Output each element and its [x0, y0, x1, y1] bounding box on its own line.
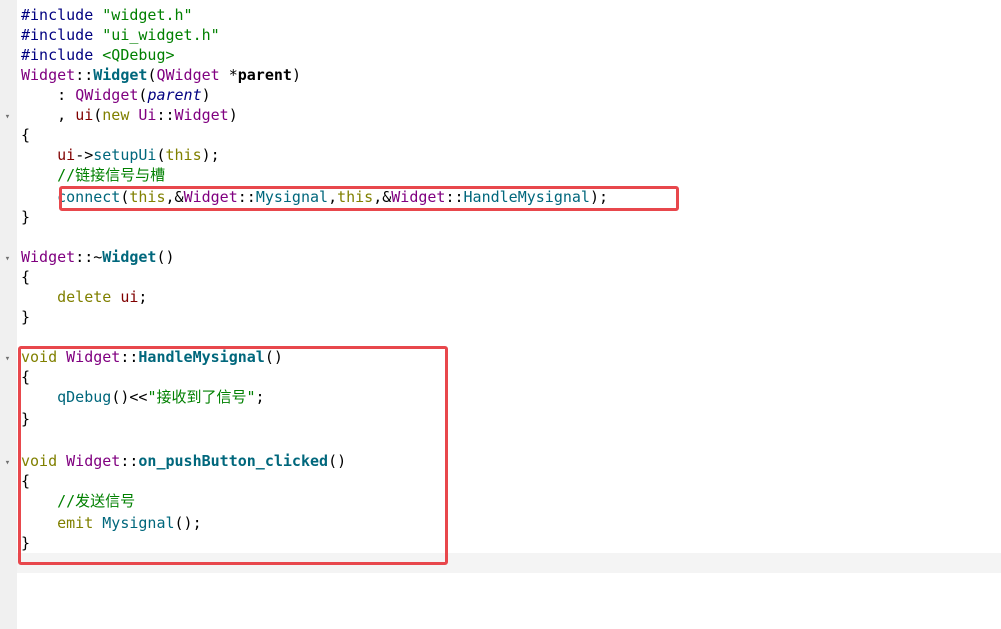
code-line: }: [21, 207, 30, 227]
code-token: {: [21, 268, 31, 286]
code-token: }: [21, 308, 31, 326]
fold-arrow-icon[interactable]: ▾: [3, 453, 12, 473]
code-line: {: [21, 125, 30, 145]
code-token: #include: [21, 26, 103, 44]
code-token: ;: [138, 288, 148, 306]
fold-arrow-icon[interactable]: ▾: [3, 349, 12, 369]
code-token: new: [102, 106, 130, 124]
code-line: ui->setupUi(this);: [21, 145, 220, 165]
editor-gutter: [0, 0, 17, 629]
code-token: ): [201, 86, 211, 104]
code-line: Widget::Widget(QWidget *parent): [21, 65, 301, 85]
code-token: Widget: [93, 66, 148, 84]
code-token: Widget: [102, 248, 157, 266]
code-line: //链接信号与槽: [21, 165, 165, 185]
code-token: Widget: [174, 106, 229, 124]
code-line: , ui(new Ui::Widget): [21, 105, 238, 125]
code-token: "ui_widget.h": [102, 26, 220, 44]
highlight-box-functions: [18, 346, 448, 565]
code-token: ui: [120, 288, 139, 306]
code-token: //链接信号与槽: [21, 166, 166, 184]
fold-arrow-icon[interactable]: ▾: [3, 107, 12, 127]
code-token: #include: [21, 6, 103, 24]
code-token: }: [21, 208, 31, 226]
code-token: Widget: [21, 248, 76, 266]
code-token: Widget: [21, 66, 76, 84]
code-token: (: [156, 146, 166, 164]
code-token: this: [165, 146, 202, 164]
code-token: ::: [156, 106, 175, 124]
code-token: {: [21, 126, 31, 144]
code-token: #include: [21, 46, 103, 64]
code-token: *: [219, 66, 238, 84]
code-token: ->: [75, 146, 94, 164]
code-token: ui: [75, 106, 94, 124]
code-line: #include <QDebug>: [21, 45, 175, 65]
code-token: "widget.h": [102, 6, 193, 24]
code-line: {: [21, 267, 30, 287]
code-token: ,: [21, 106, 76, 124]
code-line: Widget::~Widget(): [21, 247, 175, 267]
code-token: );: [201, 146, 220, 164]
code-token: delete: [57, 288, 112, 306]
code-token: ): [228, 106, 238, 124]
highlight-box-connect: [59, 186, 679, 211]
code-token: parent: [147, 86, 202, 104]
code-line: #include "widget.h": [21, 5, 193, 25]
code-token: ::: [75, 66, 94, 84]
code-token: setupUi: [93, 146, 157, 164]
code-token: <QDebug>: [102, 46, 175, 64]
code-token: (): [156, 248, 175, 266]
code-line: delete ui;: [21, 287, 147, 307]
code-token: ui: [57, 146, 76, 164]
code-line: }: [21, 307, 30, 327]
code-token: QWidget: [75, 86, 139, 104]
code-token: ::~: [75, 248, 103, 266]
code-token: (: [93, 106, 103, 124]
code-token: ): [291, 66, 301, 84]
fold-arrow-icon[interactable]: ▾: [3, 249, 12, 269]
code-token: :: [21, 86, 76, 104]
code-token: Ui: [138, 106, 157, 124]
code-token: QWidget: [156, 66, 220, 84]
code-line: #include "ui_widget.h": [21, 25, 220, 45]
code-token: parent: [237, 66, 292, 84]
code-line: : QWidget(parent): [21, 85, 211, 105]
